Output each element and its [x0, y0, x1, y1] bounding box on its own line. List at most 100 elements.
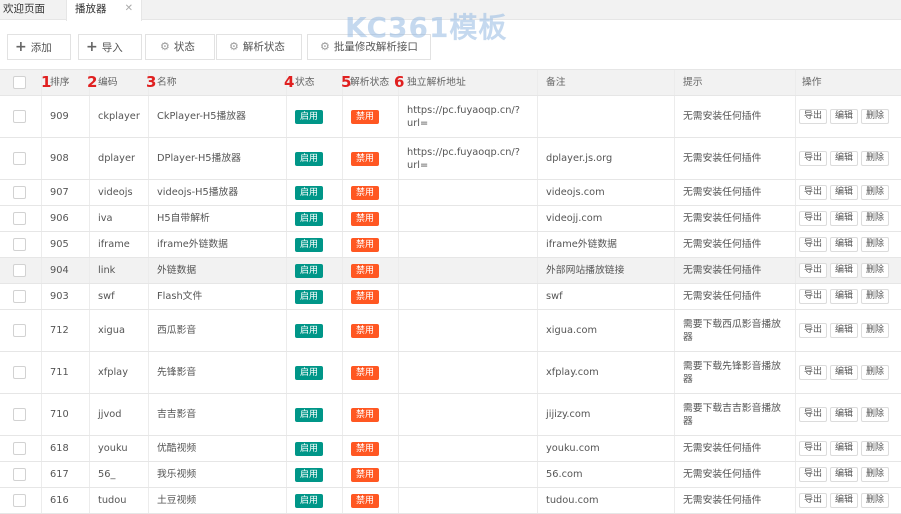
table-row[interactable]: 712 xigua 西瓜影音 启用 禁用 xigua.com 需要下载西瓜影音播放器 导出 编辑…: [0, 310, 901, 352]
add-button[interactable]: + 添加: [7, 34, 71, 60]
edit-button[interactable]: 编辑: [830, 493, 859, 508]
parse-status-badge[interactable]: 禁用: [351, 289, 380, 304]
export-button[interactable]: 导出: [799, 109, 828, 124]
edit-button[interactable]: 编辑: [830, 323, 859, 338]
export-button[interactable]: 导出: [799, 365, 828, 380]
status-badge[interactable]: 启用: [295, 109, 324, 124]
status-badge[interactable]: 启用: [295, 407, 324, 422]
parse-status-badge[interactable]: 禁用: [351, 263, 380, 278]
parse-status-badge[interactable]: 禁用: [351, 407, 380, 422]
row-checkbox[interactable]: [13, 442, 26, 455]
export-button[interactable]: 导出: [799, 263, 828, 278]
delete-button[interactable]: 删除: [861, 185, 890, 200]
delete-button[interactable]: 删除: [861, 441, 890, 456]
export-button[interactable]: 导出: [799, 493, 828, 508]
delete-button[interactable]: 删除: [861, 289, 890, 304]
export-button[interactable]: 导出: [799, 407, 828, 422]
export-button[interactable]: 导出: [799, 467, 828, 482]
cell-sort: 907: [42, 180, 90, 205]
table-row[interactable]: 909 ckplayer CkPlayer-H5播放器 启用 禁用 https://pc.…: [0, 96, 901, 138]
parse-status-badge[interactable]: 禁用: [351, 151, 380, 166]
parse-status-badge[interactable]: 禁用: [351, 493, 380, 508]
delete-button[interactable]: 删除: [861, 323, 890, 338]
edit-button[interactable]: 编辑: [830, 407, 859, 422]
row-checkbox[interactable]: [13, 408, 26, 421]
edit-button[interactable]: 编辑: [830, 289, 859, 304]
row-checkbox[interactable]: [13, 152, 26, 165]
status-badge[interactable]: 启用: [295, 211, 324, 226]
edit-button[interactable]: 编辑: [830, 467, 859, 482]
close-icon[interactable]: ✕: [125, 0, 133, 18]
parse-status-badge[interactable]: 禁用: [351, 185, 380, 200]
delete-button[interactable]: 删除: [861, 365, 890, 380]
status-badge[interactable]: 启用: [295, 493, 324, 508]
table-row[interactable]: 904 link 外链数据 启用 禁用 外部网站播放链接 无需安装任何插件 导出 编辑 删除: [0, 258, 901, 284]
table-row[interactable]: 616 tudou 土豆视频 启用 禁用 tudou.com 无需安装任何插件 导出 编辑 删除: [0, 488, 901, 514]
status-badge[interactable]: 启用: [295, 365, 324, 380]
status-badge[interactable]: 启用: [295, 467, 324, 482]
status-badge[interactable]: 启用: [295, 323, 324, 338]
table-row[interactable]: 907 videojs videojs-H5播放器 启用 禁用 videojs.com 无需…: [0, 180, 901, 206]
row-checkbox[interactable]: [13, 366, 26, 379]
status-badge[interactable]: 启用: [295, 263, 324, 278]
export-button[interactable]: 导出: [799, 185, 828, 200]
status-badge[interactable]: 启用: [295, 441, 324, 456]
delete-button[interactable]: 删除: [861, 237, 890, 252]
row-checkbox[interactable]: [13, 290, 26, 303]
export-button[interactable]: 导出: [799, 151, 828, 166]
delete-button[interactable]: 删除: [861, 151, 890, 166]
export-button[interactable]: 导出: [799, 441, 828, 456]
status-badge[interactable]: 启用: [295, 289, 324, 304]
parse-status-badge[interactable]: 禁用: [351, 211, 380, 226]
export-button[interactable]: 导出: [799, 211, 828, 226]
edit-button[interactable]: 编辑: [830, 185, 859, 200]
import-button[interactable]: + 导入: [78, 34, 142, 60]
edit-button[interactable]: 编辑: [830, 109, 859, 124]
export-button[interactable]: 导出: [799, 323, 828, 338]
delete-button[interactable]: 删除: [861, 493, 890, 508]
delete-button[interactable]: 删除: [861, 211, 890, 226]
edit-button[interactable]: 编辑: [830, 151, 859, 166]
edit-button[interactable]: 编辑: [830, 263, 859, 278]
parse-status-badge[interactable]: 禁用: [351, 109, 380, 124]
table-row[interactable]: 908 dplayer DPlayer-H5播放器 启用 禁用 https://pc.fu…: [0, 138, 901, 180]
export-button[interactable]: 导出: [799, 237, 828, 252]
edit-button[interactable]: 编辑: [830, 211, 859, 226]
status-badge[interactable]: 启用: [295, 237, 324, 252]
status-badge[interactable]: 启用: [295, 185, 324, 200]
parse-status-badge[interactable]: 禁用: [351, 467, 380, 482]
parse-status-badge[interactable]: 禁用: [351, 441, 380, 456]
edit-button[interactable]: 编辑: [830, 441, 859, 456]
row-checkbox[interactable]: [13, 264, 26, 277]
edit-button[interactable]: 编辑: [830, 237, 859, 252]
row-checkbox[interactable]: [13, 110, 26, 123]
table-row[interactable]: 618 youku 优酷视频 启用 禁用 youku.com 无需安装任何插件 导出 编辑 删除: [0, 436, 901, 462]
select-all-checkbox[interactable]: [13, 76, 26, 89]
export-button[interactable]: 导出: [799, 289, 828, 304]
row-checkbox[interactable]: [13, 494, 26, 507]
parse-status-badge[interactable]: 禁用: [351, 323, 380, 338]
delete-button[interactable]: 删除: [861, 109, 890, 124]
delete-button[interactable]: 删除: [861, 407, 890, 422]
tab-welcome[interactable]: 欢迎页面: [3, 0, 45, 20]
status-badge[interactable]: 启用: [295, 151, 324, 166]
parse-status-button[interactable]: ⚙ 解析状态: [216, 34, 302, 60]
table-row[interactable]: 903 swf Flash文件 启用 禁用 swf 无需安装任何插件 导出 编辑 删除: [0, 284, 901, 310]
parse-status-badge[interactable]: 禁用: [351, 237, 380, 252]
table-row[interactable]: 617 56_ 我乐视频 启用 禁用 56.com 无需安装任何插件 导出 编辑 删除: [0, 462, 901, 488]
table-row[interactable]: 711 xfplay 先锋影音 启用 禁用 xfplay.com 需要下载先锋影音播放器 导出…: [0, 352, 901, 394]
row-checkbox[interactable]: [13, 324, 26, 337]
edit-button[interactable]: 编辑: [830, 365, 859, 380]
table-row[interactable]: 710 jjvod 吉吉影音 启用 禁用 jijizy.com 需要下载吉吉影音播放器 导出编…: [0, 394, 901, 436]
delete-button[interactable]: 删除: [861, 263, 890, 278]
row-checkbox[interactable]: [13, 186, 26, 199]
row-checkbox[interactable]: [13, 212, 26, 225]
table-row[interactable]: 905 iframe iframe外链数据 启用 禁用 iframe外链数据 无需安装任何插…: [0, 232, 901, 258]
tab-player[interactable]: 播放器 ✕: [66, 0, 142, 21]
row-checkbox[interactable]: [13, 238, 26, 251]
row-checkbox[interactable]: [13, 468, 26, 481]
parse-status-badge[interactable]: 禁用: [351, 365, 380, 380]
table-row[interactable]: 906 iva H5自带解析 启用 禁用 videojj.com 无需安装任何插件 导出 编辑删…: [0, 206, 901, 232]
delete-button[interactable]: 删除: [861, 467, 890, 482]
status-button[interactable]: ⚙ 状态: [145, 34, 215, 60]
